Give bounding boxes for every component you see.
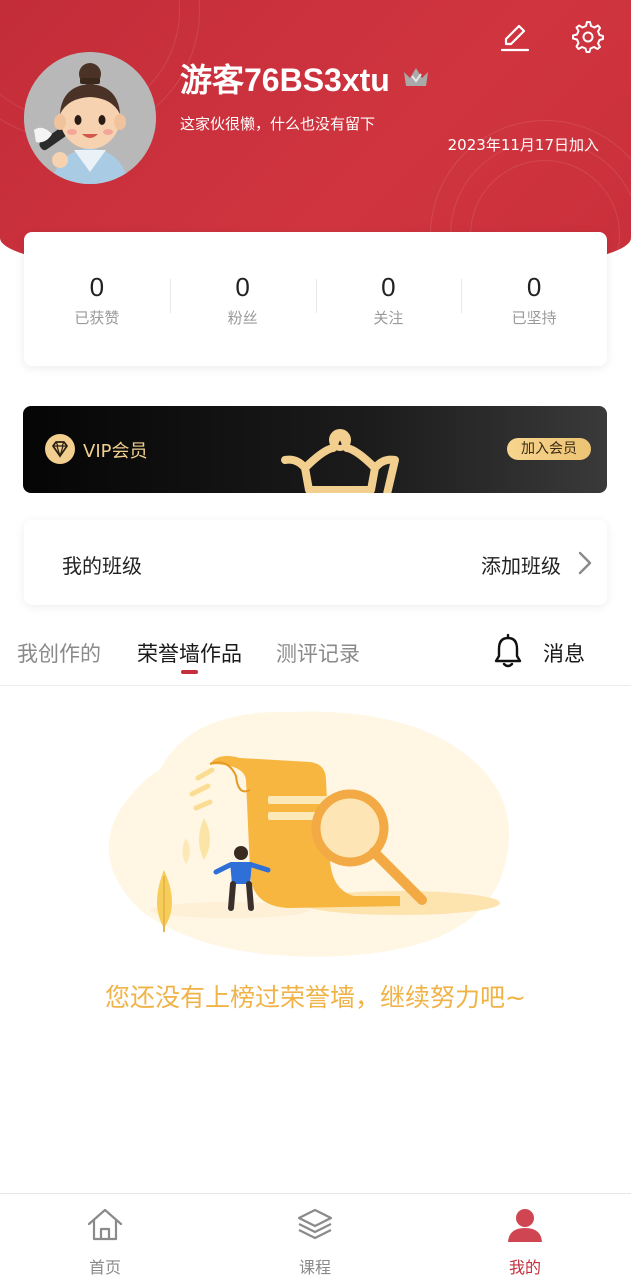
stat-label: 已获赞 bbox=[74, 308, 120, 327]
nav-profile-label: 我的 bbox=[508, 1258, 541, 1277]
stat-following[interactable]: 0 关注 bbox=[315, 271, 462, 328]
gear-icon[interactable] bbox=[571, 20, 605, 54]
edit-icon[interactable] bbox=[498, 20, 532, 54]
crown-icon bbox=[281, 429, 399, 493]
my-class-card[interactable]: 我的班级 添加班级 bbox=[24, 520, 607, 605]
stat-value: 0 bbox=[381, 271, 396, 302]
nav-home-label: 首页 bbox=[88, 1258, 121, 1277]
stat-value: 0 bbox=[235, 271, 250, 302]
nav-profile[interactable]: 我的 bbox=[465, 1194, 585, 1280]
nav-home[interactable]: 首页 bbox=[45, 1194, 165, 1280]
vip-banner[interactable]: VIP会员 加入会员 bbox=[23, 406, 607, 493]
bottom-nav: 首页 课程 我的 bbox=[0, 1193, 631, 1280]
empty-state-text: 您还没有上榜过荣誉墙，继续努力吧~ bbox=[105, 983, 526, 1012]
stat-value: 0 bbox=[526, 271, 542, 302]
content-tabs: 我创作的 荣誉墙作品 测评记录 bbox=[0, 626, 631, 686]
avatar-character-icon bbox=[24, 52, 156, 184]
tab-my-creations[interactable]: 我创作的 bbox=[17, 638, 101, 668]
join-vip-button[interactable]: 加入会员 bbox=[507, 438, 591, 460]
chevron-right-icon bbox=[578, 551, 592, 575]
layers-icon bbox=[297, 1208, 333, 1240]
nav-courses[interactable]: 课程 bbox=[255, 1194, 375, 1280]
empty-state-illustration bbox=[108, 711, 509, 957]
tab-honor-wall[interactable]: 荣誉墙作品 bbox=[137, 638, 242, 668]
nav-courses-label: 课程 bbox=[298, 1258, 331, 1277]
profile-icon bbox=[508, 1209, 542, 1242]
home-icon bbox=[87, 1208, 123, 1241]
stat-value: 0 bbox=[89, 271, 105, 302]
crown-badge-icon bbox=[404, 68, 428, 86]
bell-icon[interactable] bbox=[492, 634, 524, 668]
vip-label: VIP会员 bbox=[83, 441, 148, 462]
my-class-title: 我的班级 bbox=[62, 554, 142, 578]
username: 游客76BS3xtu bbox=[180, 62, 390, 98]
add-class-button[interactable]: 添加班级 bbox=[481, 550, 561, 579]
messages-button[interactable]: 消息 bbox=[543, 638, 585, 668]
stat-label: 已坚持 bbox=[511, 308, 557, 327]
diamond-icon bbox=[45, 434, 75, 464]
avatar[interactable] bbox=[24, 52, 156, 184]
joined-date: 2023年11月17日加入 bbox=[447, 136, 599, 154]
stat-likes[interactable]: 0 已获赞 bbox=[24, 271, 170, 328]
tab-test-records[interactable]: 测评记录 bbox=[276, 638, 360, 668]
active-tab-indicator bbox=[181, 670, 198, 674]
stat-streak[interactable]: 0 已坚持 bbox=[461, 271, 607, 328]
stat-label: 关注 bbox=[373, 308, 404, 327]
stats-card: 0 已获赞 0 粉丝 0 关注 0 已坚持 bbox=[24, 232, 607, 366]
profile-bio: 这家伙很懒，什么也没有留下 bbox=[180, 115, 376, 133]
stat-label: 粉丝 bbox=[227, 308, 258, 327]
stat-fans[interactable]: 0 粉丝 bbox=[169, 271, 316, 328]
